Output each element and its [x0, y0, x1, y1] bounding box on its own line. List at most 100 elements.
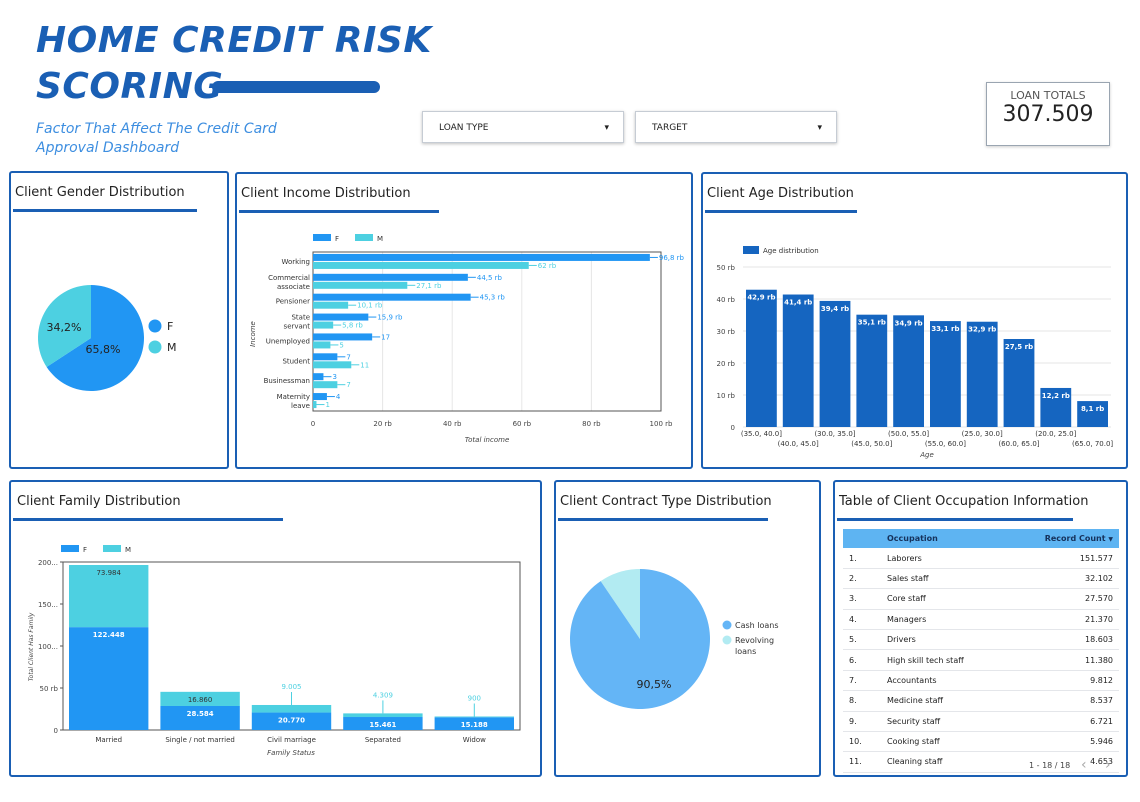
data-label: 5,8 rb	[342, 322, 363, 330]
bar-m	[313, 361, 352, 369]
bar-m	[313, 261, 529, 269]
data-label: 27,1 rb	[416, 282, 442, 290]
legend-label-m: M	[125, 546, 131, 554]
bar-f	[313, 353, 338, 361]
data-label-f: 28.584	[187, 710, 214, 718]
slice-label-cash: 90,5%	[637, 678, 672, 691]
data-label: 8,1 rb	[1081, 405, 1104, 413]
row-index: 3.	[843, 588, 887, 610]
contract-pie-chart: 90,5% Cash loans Revolving loans	[570, 569, 779, 709]
table-row: 4. Managers 21.370	[843, 609, 1119, 630]
data-label: 33,1 rb	[931, 325, 959, 333]
y-tick-label: 40 rb	[717, 296, 736, 304]
x-tick-label: 100 rb	[650, 420, 673, 428]
dashboard-subtitle: Factor That Affect The Credit Card Appro…	[36, 121, 277, 156]
record-count-cell: 32.102	[1004, 568, 1119, 590]
income-card: Client Income Distribution F M 0 20 rb 40 rb…	[235, 172, 693, 469]
x-tick-label: (55.0, 60.0]	[925, 440, 966, 448]
data-label: 35,1 rb	[858, 319, 886, 327]
occupation-cell: Accountants	[887, 670, 1005, 692]
next-page-button[interactable]: ›	[1105, 757, 1111, 773]
x-tick-label: Civil marriage	[267, 736, 316, 744]
bar-m	[313, 321, 334, 329]
bar-f	[313, 333, 373, 341]
data-label: 7	[346, 353, 350, 361]
x-tick-label: 80 rb	[582, 420, 601, 428]
loan-type-dropdown[interactable]: LOAN TYPE ▾	[422, 111, 624, 143]
y-tick-label: 30 rb	[717, 328, 736, 336]
x-tick-label: Single / not married	[165, 736, 234, 744]
data-label-m: 73.984	[96, 569, 121, 577]
bar-f	[313, 293, 471, 301]
row-index: 11.	[843, 751, 887, 773]
data-label: 17	[381, 333, 390, 341]
x-tick-label: (20.0, 25.0]	[1035, 430, 1076, 438]
row-index: 1.	[843, 548, 887, 569]
legend-swatch-f	[61, 545, 79, 552]
y-tick-label: 0	[54, 727, 58, 735]
data-label: 96,8 rb	[659, 254, 685, 262]
legend-swatch-m	[148, 340, 162, 354]
table-row: 3. Core staff 27.570	[843, 588, 1119, 610]
record-count-cell: 11.380	[1004, 649, 1119, 671]
data-label: 27,5 rb	[1005, 343, 1033, 351]
data-label: 62 rb	[538, 262, 557, 270]
legend-label-f: F	[167, 320, 173, 333]
age-card: Client Age Distribution Age distribution…	[701, 172, 1128, 469]
y-tick-label: Working	[281, 258, 310, 266]
bar-m	[313, 401, 317, 409]
age-bar	[1003, 339, 1035, 427]
data-label: 41,4 rb	[784, 299, 812, 307]
loan-totals-value: 307.509	[1002, 102, 1094, 127]
legend-swatch-m	[103, 545, 121, 552]
data-label: 4	[336, 393, 341, 401]
contract-card: Client Contract Type Distribution 90,5% C…	[554, 480, 821, 777]
bar-m	[343, 713, 423, 718]
column-header-record-count[interactable]: Record Count ▼	[1004, 529, 1119, 549]
occupation-cell: Security staff	[887, 711, 1005, 732]
table-row: 8. Medicine staff 8.537	[843, 690, 1119, 712]
table-row: 2. Sales staff 32.102	[843, 568, 1119, 590]
legend-swatch-f	[148, 319, 162, 333]
legend-label-f: F	[335, 235, 339, 243]
occupation-table: Occupation Record Count ▼ 1. Laborers 151.…	[843, 529, 1119, 773]
x-tick-label: (50.0, 55.0]	[888, 430, 929, 438]
bar-m	[434, 716, 514, 718]
x-tick-label: (65.0, 70.0]	[1072, 440, 1113, 448]
slice-label-f: 65,8%	[86, 343, 121, 356]
row-index: 5.	[843, 629, 887, 651]
title-underline	[837, 518, 1073, 521]
column-header-occupation[interactable]: Occupation	[887, 529, 1005, 549]
age-bar	[966, 321, 998, 427]
legend-swatch-cash-loans	[722, 620, 732, 630]
target-label: TARGET	[652, 123, 688, 133]
legend-label-m: M	[377, 235, 383, 243]
title-line-1: HOME CREDIT RISK	[36, 20, 432, 61]
y-tick-label: Unemployed	[266, 337, 310, 345]
age-bar	[746, 289, 777, 427]
occupation-cell: Laborers	[887, 548, 1005, 569]
prev-page-button[interactable]: ‹	[1081, 757, 1087, 773]
record-count-cell: 18.603	[1004, 629, 1119, 651]
y-tick-label: associate	[277, 283, 310, 291]
bar-m	[313, 341, 331, 349]
data-label: 12,2 rb	[1042, 392, 1070, 400]
occupation-cell: Cooking staff	[887, 731, 1005, 753]
legend-swatch-f	[313, 234, 331, 241]
occupation-cell: Cleaning staff	[887, 751, 1005, 773]
bar-m	[313, 301, 349, 309]
occupation-cell: High skill tech staff	[887, 649, 1005, 671]
x-tick-label: (25.0, 30.0]	[962, 430, 1003, 438]
family-stacked-bar-chart: F M 0 50 rb 100... 150... 200... 122.448 73.984 M…	[28, 545, 521, 757]
y-tick-label: State	[291, 314, 310, 322]
y-tick-label: leave	[291, 402, 310, 410]
legend-label-f: F	[83, 546, 87, 554]
age-bar-chart: Age distribution 0 10 rb 20 rb 30 rb 40 rb 50 …	[717, 246, 1113, 459]
occupation-cell: Core staff	[887, 588, 1005, 610]
y-tick-label: Businessman	[264, 377, 310, 385]
bar-f	[313, 393, 327, 401]
bar-f	[313, 313, 369, 321]
x-tick-label: Married	[95, 736, 122, 744]
data-label: 7	[346, 381, 350, 389]
target-dropdown[interactable]: TARGET ▾	[635, 111, 837, 143]
